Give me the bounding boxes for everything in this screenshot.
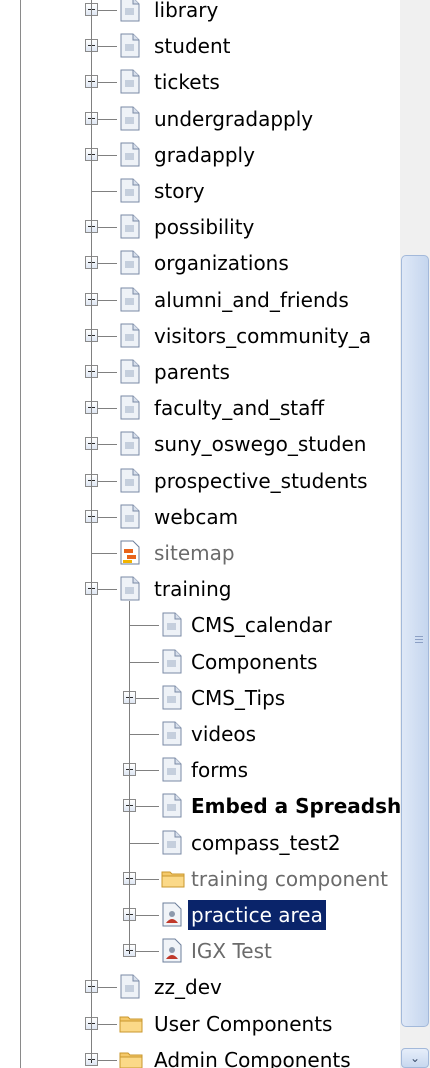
tree-row[interactable]: practice area [21,897,400,933]
tree-row[interactable]: webcam [21,499,400,535]
tree-row[interactable]: undergradapply [21,101,400,137]
tree-trunk-line [91,0,92,1060]
page-icon [161,721,183,746]
page-icon [119,69,141,94]
tree-row[interactable]: suny_oswego_studen [21,426,400,462]
page-icon [161,649,183,674]
tree-item-label[interactable]: practice area [188,900,326,930]
site-tree: library student tickets undergradapply grada… [21,0,400,1068]
scrollbar-thumb[interactable] [401,255,429,1027]
tree-row[interactable]: library [21,0,400,28]
folder-icon [119,1011,143,1036]
tree-item-label[interactable]: videos [191,716,256,752]
page-icon [119,178,141,203]
page-icon [161,757,183,782]
tree-item-label[interactable]: library [154,0,218,28]
tree-item-label[interactable]: IGX Test [191,933,272,969]
tree-row[interactable]: alumni_and_friends [21,282,400,318]
page-icon [119,974,141,999]
tree-item-label[interactable]: compass_test2 [191,825,341,861]
tree-item-label[interactable]: story [154,173,205,209]
tree-item-label[interactable]: student [154,28,230,64]
folder-icon [119,1047,143,1068]
chevron-down-icon: ⌄ [409,1051,421,1065]
page-person-icon [161,938,183,963]
tree-item-label[interactable]: webcam [154,499,238,535]
left-frame-border [0,0,21,1068]
tree-row[interactable]: videos [21,716,400,752]
tree-item-label[interactable]: organizations [154,245,289,281]
page-icon [119,214,141,239]
tree-row[interactable]: IGX Test [21,933,400,969]
tree-item-label[interactable]: forms [191,752,248,788]
page-icon [119,287,141,312]
page-icon [161,793,183,818]
tree-item-label[interactable]: suny_oswego_studen [154,426,366,462]
tree-item-label[interactable]: parents [154,354,230,390]
tree-row[interactable]: prospective_students [21,463,400,499]
tree-row[interactable]: Embed a Spreadsh [21,788,400,824]
tree-item-label[interactable]: CMS_calendar [191,607,332,643]
tree-item-label[interactable]: CMS_Tips [191,680,285,716]
page-icon [119,323,141,348]
page-icon [119,33,141,58]
page-icon [119,395,141,420]
tree-item-label[interactable]: prospective_students [154,463,368,499]
page-icon [119,106,141,131]
page-icon [119,0,141,22]
page-icon [119,431,141,456]
tree-item-label[interactable]: possibility [154,209,254,245]
tree-row[interactable]: compass_test2 [21,825,400,861]
tree-row[interactable]: CMS_calendar [21,607,400,643]
tree-row[interactable]: sitemap [21,535,400,571]
tree-row[interactable]: story [21,173,400,209]
page-icon [119,359,141,384]
tree-item-label[interactable]: Admin Components [154,1042,351,1068]
tree-item-label[interactable]: visitors_community_a [154,318,371,354]
tree-item-label[interactable]: undergradapply [154,101,313,137]
tree-item-label[interactable]: tickets [154,64,220,100]
tree-item-label[interactable]: alumni_and_friends [154,282,349,318]
tree-item-label[interactable]: zz_dev [154,969,222,1005]
tree-item-label[interactable]: training component [191,861,388,897]
tree-item-label[interactable]: training [154,571,231,607]
scrollbar-grip-icon [415,636,423,646]
page-person-icon [161,902,183,927]
page-icon [119,250,141,275]
tree-row[interactable]: training component [21,861,400,897]
tree-row[interactable]: student [21,28,400,64]
tree-row[interactable]: visitors_community_a [21,318,400,354]
page-icon [161,685,183,710]
tree-row[interactable]: CMS_Tips [21,680,400,716]
folder-icon [161,866,185,891]
tree-row[interactable]: forms [21,752,400,788]
page-icon [119,142,141,167]
page-icon [119,504,141,529]
tree-row[interactable]: parents [21,354,400,390]
tree-row[interactable]: organizations [21,245,400,281]
tree-row[interactable]: gradapply [21,137,400,173]
tree-row[interactable]: training [21,571,400,607]
tree-row[interactable]: Admin Components [21,1042,400,1068]
tree-branch-line [129,601,130,952]
tree-row[interactable]: zz_dev [21,969,400,1005]
page-icon [119,468,141,493]
tree-item-label[interactable]: gradapply [154,137,255,173]
tree-item-label[interactable]: sitemap [154,535,235,571]
scroll-down-button[interactable]: ⌄ [401,1048,429,1068]
tree-item-label[interactable]: User Components [154,1006,332,1042]
tree-row[interactable]: possibility [21,209,400,245]
tree-row[interactable]: faculty_and_staff [21,390,400,426]
tree-row[interactable]: tickets [21,64,400,100]
tree-row[interactable]: Components [21,644,400,680]
page-icon [161,830,183,855]
sitemap-page-icon [119,540,141,565]
tree-item-label[interactable]: Components [191,644,318,680]
tree-item-label[interactable]: Embed a Spreadsh [191,788,400,824]
page-icon [119,576,141,601]
page-icon [161,612,183,637]
tree-row[interactable]: User Components [21,1006,400,1042]
tree-item-label[interactable]: faculty_and_staff [154,390,324,426]
